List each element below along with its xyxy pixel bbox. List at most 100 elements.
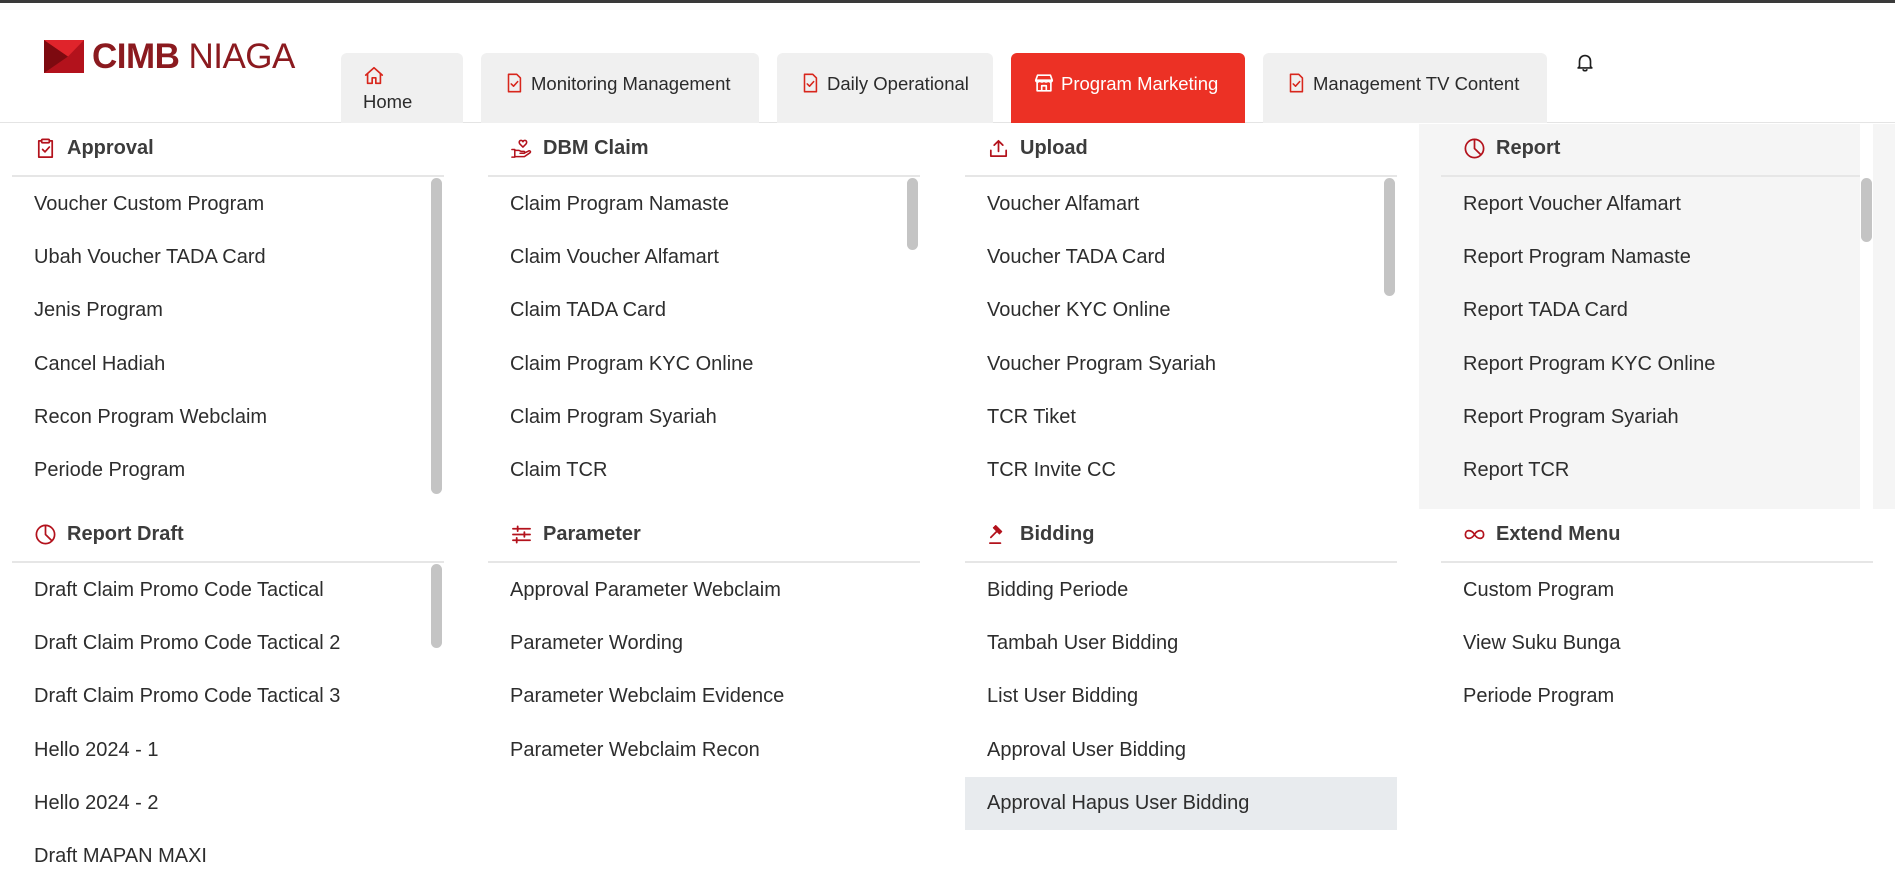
menu-item-voucher-custom-program[interactable]: Voucher Custom Program [12, 178, 432, 231]
menu-item-approval-parameter-webclaim[interactable]: Approval Parameter Webclaim [488, 564, 920, 617]
section-title-extend-menu: Extend Menu [1463, 519, 1620, 549]
tab-monitoring-label: Monitoring Management [531, 73, 731, 94]
section-bidding: Bidding Bidding Periode Tambah User Bidd… [965, 510, 1397, 887]
mega-menu-dropdown: Approval Voucher Custom Program Ubah Vou… [0, 124, 1895, 887]
menu-item-approval-hapus-user-bidding[interactable]: Approval Hapus User Bidding [965, 777, 1397, 830]
section-upload: Upload Voucher Alfamart Voucher TADA Car… [965, 124, 1397, 509]
menu-item-draft-claim-promo-code-tactical[interactable]: Draft Claim Promo Code Tactical [12, 564, 432, 617]
tab-daily-label: Daily Operational [827, 73, 969, 94]
menu-item-report-tada-card[interactable]: Report TADA Card [1441, 284, 1841, 337]
menu-item-report-program-kyc-online[interactable]: Report Program KYC Online [1441, 338, 1841, 391]
section-title-extend-menu-label: Extend Menu [1496, 522, 1621, 545]
menu-item-voucher-program-syariah[interactable]: Voucher Program Syariah [965, 338, 1385, 391]
menu-item-custom-program[interactable]: Custom Program [1441, 564, 1873, 617]
menu-item-ubah-voucher-tada-card[interactable]: Ubah Voucher TADA Card [12, 231, 432, 284]
brand-name-light: NIAGA [188, 37, 295, 76]
tab-daily-operational[interactable]: Daily Operational [777, 53, 993, 123]
section-divider [965, 561, 1397, 563]
menu-item-recon-program-webclaim[interactable]: Recon Program Webclaim [12, 391, 432, 444]
section-title-approval-label: Approval [67, 136, 154, 159]
menu-item-tambah-user-bidding[interactable]: Tambah User Bidding [965, 617, 1397, 670]
menu-item-periode-program[interactable]: Periode Program [12, 444, 432, 497]
tab-management-tv-content[interactable]: Management TV Content [1263, 53, 1547, 123]
brand-name: CIMB NIAGA [92, 39, 295, 74]
menu-item-list-user-bidding[interactable]: List User Bidding [965, 670, 1397, 723]
section-title-report-draft-label: Report Draft [67, 522, 184, 545]
section-divider [1441, 175, 1860, 177]
section-title-parameter: Parameter [510, 519, 641, 549]
menu-item-voucher-alfamart[interactable]: Voucher Alfamart [965, 178, 1385, 231]
store-icon [1034, 74, 1054, 92]
tab-program-marketing[interactable]: Program Marketing [1011, 53, 1245, 123]
top-navbar: CIMB NIAGA Home Monitoring Management Da… [0, 3, 1895, 123]
sliders-icon [512, 524, 531, 544]
menu-item-report-program-syariah[interactable]: Report Program Syariah [1441, 391, 1841, 444]
menu-item-parameter-webclaim-recon[interactable]: Parameter Webclaim Recon [488, 724, 920, 777]
menu-item-claim-tada-card[interactable]: Claim TADA Card [488, 284, 908, 337]
tab-home-label: Home [363, 91, 413, 112]
section-title-report: Report [1463, 133, 1560, 163]
checklist-icon [803, 73, 818, 93]
menu-item-parameter-wording[interactable]: Parameter Wording [488, 617, 920, 670]
section-title-upload: Upload [987, 133, 1088, 163]
hand-heart-icon [511, 139, 532, 158]
upload-icon [989, 139, 1008, 157]
menu-item-claim-program-namaste[interactable]: Claim Program Namaste [488, 178, 908, 231]
section-divider [965, 175, 1397, 177]
menu-item-claim-voucher-alfamart[interactable]: Claim Voucher Alfamart [488, 231, 908, 284]
scrollbar-thumb[interactable] [1384, 178, 1395, 296]
menu-item-claim-program-syariah[interactable]: Claim Program Syariah [488, 391, 908, 444]
menu-item-voucher-tada-card[interactable]: Voucher TADA Card [965, 231, 1385, 284]
pie-chart-icon [1464, 138, 1485, 158]
menu-item-hello-2024-2[interactable]: Hello 2024 - 2 [12, 777, 432, 830]
menu-item-tcr-tiket[interactable]: TCR Tiket [965, 391, 1385, 444]
menu-item-jenis-program[interactable]: Jenis Program [12, 284, 432, 337]
menu-item-report-voucher-alfamart[interactable]: Report Voucher Alfamart [1441, 178, 1841, 231]
section-divider [12, 175, 444, 177]
menu-item-tcr-invite-cc[interactable]: TCR Invite CC [965, 444, 1385, 497]
scroll-gutter [1873, 124, 1895, 509]
scrollbar-thumb[interactable] [431, 564, 442, 648]
menu-item-draft-claim-promo-code-tactical-3[interactable]: Draft Claim Promo Code Tactical 3 [12, 670, 432, 723]
section-title-dbm-claim-label: DBM Claim [543, 136, 649, 159]
checklist-icon [1289, 73, 1304, 93]
menu-item-claim-program-kyc-online[interactable]: Claim Program KYC Online [488, 338, 908, 391]
section-title-report-label: Report [1496, 136, 1561, 159]
menu-item-report-tcr[interactable]: Report TCR [1441, 444, 1841, 497]
brand-name-bold: CIMB [92, 37, 180, 76]
section-approval: Approval Voucher Custom Program Ubah Vou… [12, 124, 444, 509]
menu-item-periode-program-extend[interactable]: Periode Program [1441, 670, 1873, 723]
scrollbar-thumb[interactable] [1861, 178, 1872, 242]
tab-home[interactable]: Home [341, 53, 463, 123]
menu-item-cancel-hadiah[interactable]: Cancel Hadiah [12, 338, 432, 391]
section-divider [1441, 561, 1873, 563]
section-title-parameter-label: Parameter [543, 522, 641, 545]
menu-item-view-suku-bunga[interactable]: View Suku Bunga [1441, 617, 1873, 670]
scrollbar-thumb[interactable] [907, 178, 918, 250]
gavel-icon [989, 524, 1003, 544]
section-title-bidding-label: Bidding [1020, 522, 1095, 545]
section-report: Report Report Voucher Alfamart Report Pr… [1419, 124, 1872, 509]
menu-item-report-program-namaste[interactable]: Report Program Namaste [1441, 231, 1841, 284]
menu-item-claim-tcr[interactable]: Claim TCR [488, 444, 908, 497]
menu-item-approval-user-bidding[interactable]: Approval User Bidding [965, 724, 1397, 777]
section-title-bidding: Bidding [987, 519, 1094, 549]
tab-program-marketing-label: Program Marketing [1061, 73, 1219, 94]
infinity-icon [1464, 529, 1485, 539]
menu-item-draft-claim-promo-code-tactical-2[interactable]: Draft Claim Promo Code Tactical 2 [12, 617, 432, 670]
section-title-report-draft: Report Draft [34, 519, 184, 549]
section-title-approval: Approval [34, 133, 154, 163]
menu-item-bidding-periode[interactable]: Bidding Periode [965, 564, 1397, 617]
bell-icon[interactable] [1574, 51, 1596, 73]
brand-logo[interactable]: CIMB NIAGA [44, 39, 295, 74]
section-title-dbm-claim: DBM Claim [510, 133, 649, 163]
section-title-upload-label: Upload [1020, 136, 1088, 159]
menu-item-parameter-webclaim-evidence[interactable]: Parameter Webclaim Evidence [488, 670, 920, 723]
section-dbm-claim: DBM Claim Claim Program Namaste Claim Vo… [488, 124, 920, 509]
scrollbar-thumb[interactable] [431, 178, 442, 494]
menu-item-draft-mapan-maxi[interactable]: Draft MAPAN MAXI [12, 830, 432, 883]
menu-item-hello-2024-1[interactable]: Hello 2024 - 1 [12, 724, 432, 777]
tab-monitoring-management[interactable]: Monitoring Management [481, 53, 759, 123]
cimb-logo-icon [44, 40, 84, 73]
menu-item-voucher-kyc-online[interactable]: Voucher KYC Online [965, 284, 1385, 337]
